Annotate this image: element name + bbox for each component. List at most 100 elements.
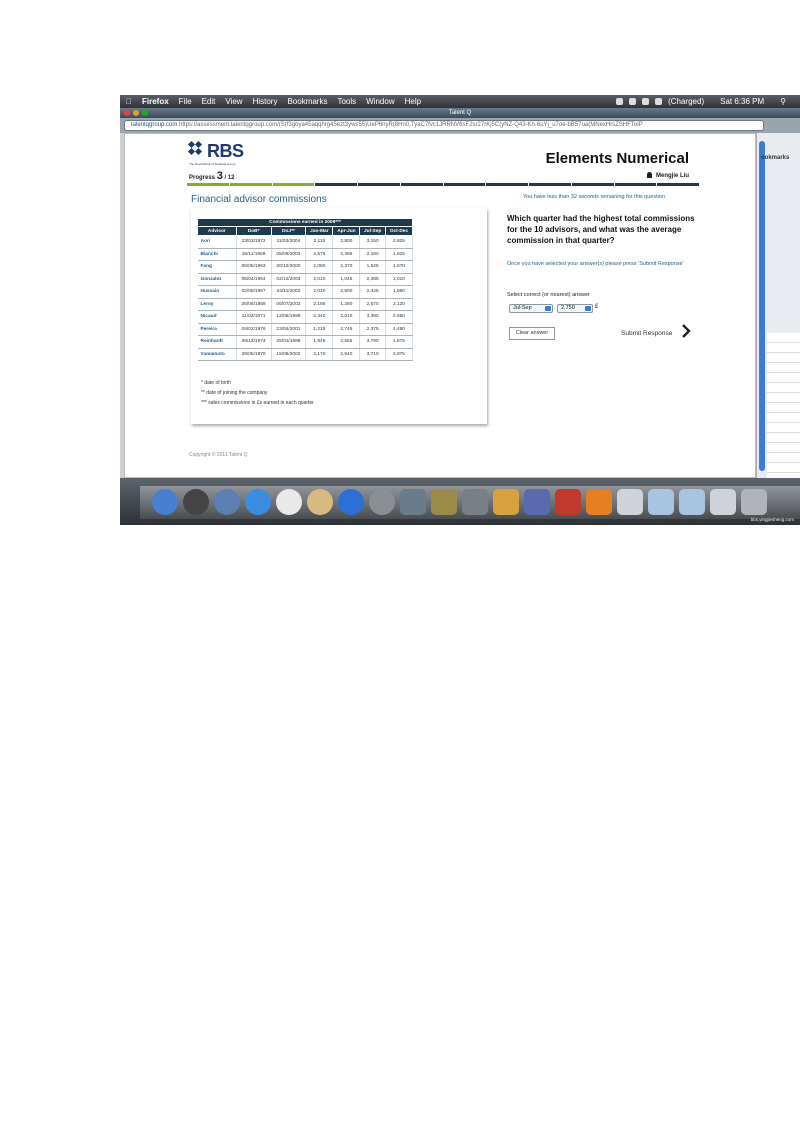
table-cell: 2,375 bbox=[359, 323, 386, 336]
dock-app-icon[interactable] bbox=[431, 489, 457, 515]
close-window-button[interactable] bbox=[124, 110, 130, 116]
quarter-select[interactable]: Jul-Sep bbox=[509, 304, 553, 313]
dock-app-icon[interactable] bbox=[524, 489, 550, 515]
battery-icon[interactable] bbox=[655, 98, 663, 105]
dock-app-icon[interactable] bbox=[307, 489, 333, 515]
advisor-cell: Yamamoto bbox=[197, 348, 237, 361]
advisor-cell: Hussain bbox=[197, 285, 237, 299]
table-cell: 1,215 bbox=[305, 323, 334, 336]
bookmarks-label[interactable]: ookmarks bbox=[761, 155, 789, 161]
column-header: DoB* bbox=[235, 226, 272, 236]
table-caption: Commissions earned in 2009*** bbox=[197, 218, 413, 227]
table-body: Aori 23/03/1972 11/03/2004 2,115 2,800 3,150 2… bbox=[197, 235, 414, 361]
minimize-window-button[interactable] bbox=[133, 110, 139, 116]
table-cell: 1,045 bbox=[332, 273, 361, 286]
progress-segment bbox=[400, 183, 443, 186]
quarter-select-value: Jul-Sep bbox=[513, 305, 532, 311]
table-cell: 2,800 bbox=[332, 235, 361, 249]
dock-app-icon[interactable] bbox=[710, 489, 736, 515]
clear-answer-button[interactable]: Clear answer bbox=[509, 327, 555, 340]
table-cell: 2,940 bbox=[332, 348, 361, 361]
table-cell: 12/05/1999 bbox=[271, 310, 307, 324]
table-row: Yamamoto 29/05/1970 15/06/2002 2,170 2,940 3,… bbox=[197, 348, 414, 361]
address-bar[interactable]: talentqgroup.com https://assessment.tale… bbox=[124, 120, 764, 131]
table-cell: 2,555 bbox=[332, 335, 361, 349]
table-cell: 25/06/1959 bbox=[236, 298, 272, 311]
volume-icon[interactable] bbox=[642, 98, 650, 105]
table-cell: 2,170 bbox=[305, 348, 334, 361]
progress-segment bbox=[529, 183, 571, 186]
dock-app-icon[interactable] bbox=[493, 489, 519, 515]
table-row: Reinhardt 28/12/1974 25/01/1999 1,945 2,555 3… bbox=[197, 335, 414, 349]
advisor-cell: Pereira bbox=[197, 323, 237, 336]
spotlight-icon[interactable]: ⚲ bbox=[780, 97, 786, 106]
amount-select[interactable]: 2,750 bbox=[557, 304, 593, 313]
dock-app-icon[interactable] bbox=[586, 489, 612, 515]
user-label: Mengjie Liu bbox=[656, 173, 689, 179]
page-scrollbar[interactable] bbox=[759, 141, 765, 471]
table-cell: 15/06/2002 bbox=[271, 348, 307, 361]
window-titlebar: Talent Q bbox=[120, 108, 800, 118]
table-cell: 1,560 bbox=[385, 285, 414, 299]
apple-icon[interactable]:  bbox=[126, 97, 132, 106]
progress-segment bbox=[657, 183, 699, 186]
table-cell: 24/11/2002 bbox=[271, 285, 307, 299]
table-cell: 3,790 bbox=[359, 335, 386, 349]
dock-app-icon[interactable] bbox=[741, 489, 767, 515]
app-menu[interactable]: Firefox bbox=[142, 97, 169, 106]
dock-app-icon[interactable] bbox=[276, 489, 302, 515]
dock-app-icon[interactable] bbox=[183, 489, 209, 515]
table-row: Gonzalez 05/04/1964 02/12/2003 2,010 1,045 2,… bbox=[197, 273, 414, 286]
copyright: Copyright © 2011 Talent Q bbox=[189, 452, 248, 458]
dock-app-icon[interactable] bbox=[648, 489, 674, 515]
note-dob: * date of birth bbox=[201, 380, 231, 386]
dock-app-icon[interactable] bbox=[555, 489, 581, 515]
dock-app-icon[interactable] bbox=[679, 489, 705, 515]
dock-app-icon[interactable] bbox=[462, 489, 488, 515]
table-cell: 02/05/1967 bbox=[236, 285, 272, 299]
user-name: Mengjie Liu bbox=[647, 172, 689, 179]
window-controls bbox=[124, 110, 148, 116]
chevron-right-icon[interactable] bbox=[681, 324, 691, 338]
progress-label: Progress 3 / 12 bbox=[189, 170, 235, 182]
table-cell: 23/03/1972 bbox=[236, 235, 272, 249]
answer-select-label: Select correct (or nearest) answer bbox=[507, 292, 590, 298]
dock-app-icon[interactable] bbox=[400, 489, 426, 515]
instruction-text: Once you have selected your answer(s) pl… bbox=[507, 261, 684, 267]
column-header: DoJ** bbox=[270, 226, 307, 236]
dock-app-icon[interactable] bbox=[152, 489, 178, 515]
submit-response-button[interactable]: Submit Response bbox=[621, 330, 672, 337]
progress-segment bbox=[571, 183, 614, 186]
progress-total: / 12 bbox=[224, 175, 235, 181]
table-cell: 2,010 bbox=[385, 273, 414, 286]
menu-window[interactable]: Window bbox=[366, 97, 394, 106]
column-header: Oct-Dec bbox=[384, 226, 414, 236]
table-cell: 2,650 bbox=[385, 310, 414, 324]
menu-history[interactable]: History bbox=[253, 97, 278, 106]
menu-view[interactable]: View bbox=[225, 97, 242, 106]
menu-help[interactable]: Help bbox=[405, 97, 421, 106]
menu-edit[interactable]: Edit bbox=[202, 97, 216, 106]
wifi-icon[interactable] bbox=[616, 98, 624, 105]
menu-file[interactable]: File bbox=[179, 97, 192, 106]
data-card: Commissions earned in 2009*** Advisor DoB… bbox=[191, 208, 487, 424]
logo-subtitle: The Royal Bank of Scotland Group bbox=[189, 162, 236, 166]
clock[interactable]: Sat 6:36 PM bbox=[720, 97, 764, 106]
table-cell: 06/05/1963 bbox=[236, 260, 272, 274]
dock-app-icon[interactable] bbox=[338, 489, 364, 515]
dock-app-icon[interactable] bbox=[214, 489, 240, 515]
dock-app-icon[interactable] bbox=[369, 489, 395, 515]
table-cell: 2,365 bbox=[332, 248, 361, 261]
bluetooth-icon[interactable] bbox=[629, 98, 637, 105]
zoom-window-button[interactable] bbox=[142, 110, 148, 116]
menu-tools[interactable]: Tools bbox=[337, 97, 356, 106]
dock-app-icon[interactable] bbox=[617, 489, 643, 515]
menu-bookmarks[interactable]: Bookmarks bbox=[287, 97, 327, 106]
table-cell: 2,425 bbox=[359, 285, 386, 299]
dock-app-icon[interactable] bbox=[245, 489, 271, 515]
table-cell: 25/01/1999 bbox=[271, 335, 307, 349]
table-cell: 3,150 bbox=[359, 235, 386, 249]
window-title: Talent Q bbox=[448, 110, 472, 116]
column-header: Jul-Sep bbox=[359, 226, 386, 236]
progress-segment bbox=[315, 183, 357, 186]
